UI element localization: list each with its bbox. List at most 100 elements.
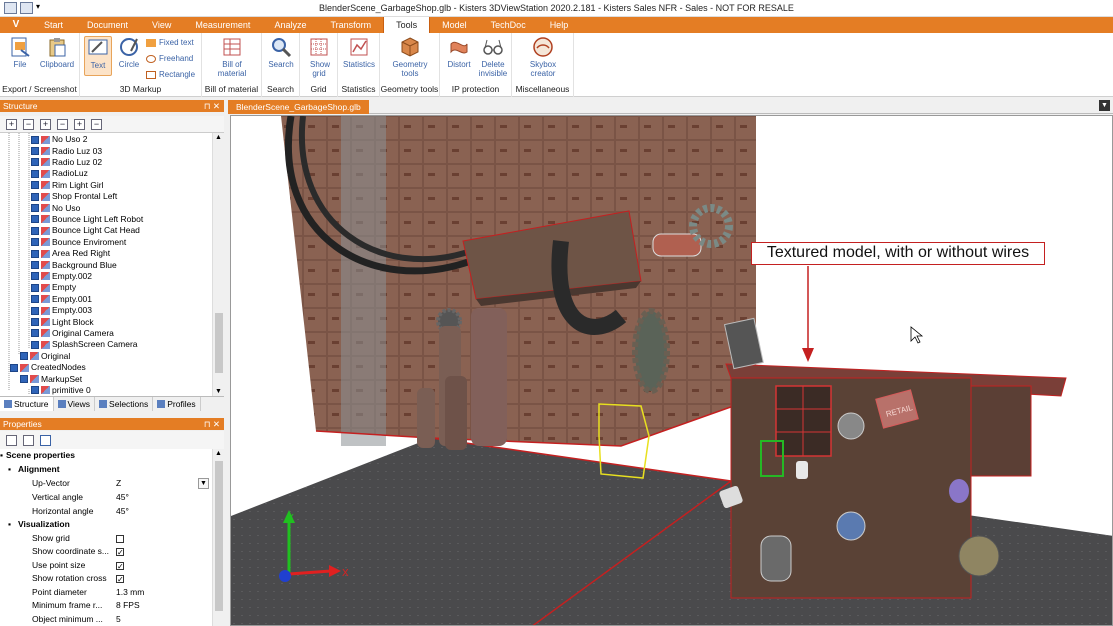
tree-scroll-thumb[interactable]	[215, 313, 223, 373]
tab-help[interactable]: Help	[538, 17, 581, 33]
tree-item[interactable]: Bounce Enviroment	[31, 237, 126, 248]
visibility-checkbox[interactable]	[31, 158, 39, 167]
prop-horizontal-angle[interactable]: Horizontal angle 45°	[0, 505, 212, 519]
use-point-size-checkbox[interactable]: ✓	[116, 562, 124, 571]
visibility-checkbox[interactable]	[31, 261, 39, 270]
tree-item[interactable]: No Uso 2	[31, 134, 87, 145]
visibility-checkbox[interactable]	[31, 386, 39, 395]
visibility-checkbox[interactable]	[31, 238, 39, 247]
visibility-checkbox[interactable]	[31, 226, 39, 235]
fixed-text-button[interactable]: Fixed text	[146, 38, 194, 47]
visibility-checkbox[interactable]	[31, 283, 39, 292]
statistics-button[interactable]: Statistics	[340, 36, 378, 69]
rectangle-button[interactable]: Rectangle	[146, 70, 195, 79]
visibility-checkbox[interactable]	[31, 272, 39, 281]
tab-tools[interactable]: Tools	[383, 17, 431, 33]
tab-list-dropdown-icon[interactable]: ▼	[1099, 100, 1110, 111]
tree-item[interactable]: Shop Frontal Left	[31, 191, 117, 202]
tree-item[interactable]: RadioLuz	[31, 168, 88, 179]
tab-measurement[interactable]: Measurement	[183, 17, 262, 33]
pin-close-icon[interactable]: ⊓ ✕	[204, 100, 220, 112]
tree-item[interactable]: Original	[20, 351, 70, 362]
3d-viewport[interactable]: RETAIL Y X	[230, 115, 1113, 626]
visibility-checkbox[interactable]	[31, 329, 39, 338]
category-alignment[interactable]: ▪ Alignment	[0, 463, 212, 477]
tree-item[interactable]: Empty	[31, 282, 76, 293]
tab-start[interactable]: Start	[32, 17, 75, 33]
visibility-checkbox[interactable]	[31, 147, 39, 156]
visibility-checkbox[interactable]	[31, 169, 39, 178]
show-coordinate-checkbox[interactable]: ✓	[116, 548, 124, 557]
visibility-checkbox[interactable]	[31, 192, 39, 201]
properties-scrollbar[interactable]: ▲	[212, 449, 224, 626]
collapse-selected-icon[interactable]: −	[91, 119, 102, 130]
tree-item[interactable]: primitive 0	[31, 385, 91, 396]
prop-vertical-angle[interactable]: Vertical angle 45°	[0, 491, 212, 505]
visibility-checkbox[interactable]	[31, 181, 39, 190]
section-scene-properties[interactable]: ▪ Scene properties	[0, 449, 212, 463]
tab-view[interactable]: View	[140, 17, 183, 33]
tree-item[interactable]: Light Block	[31, 316, 94, 327]
visibility-checkbox[interactable]	[10, 363, 18, 372]
collapse-all-icon[interactable]: −	[23, 119, 34, 130]
document-tab[interactable]: BlenderScene_GarbageShop.glb	[228, 100, 369, 114]
show-rotation-cross-checkbox[interactable]: ✓	[116, 575, 124, 584]
prop-up-vector[interactable]: Up-Vector Z ▼	[0, 477, 212, 491]
visibility-checkbox[interactable]	[31, 295, 39, 304]
tree-item[interactable]: MarkupSet	[20, 373, 82, 384]
tree-item[interactable]: SplashScreen Camera	[31, 339, 138, 350]
tab-analyze[interactable]: Analyze	[262, 17, 318, 33]
expand-selected-icon[interactable]: +	[74, 119, 85, 130]
tree-item[interactable]: Empty.003	[31, 305, 92, 316]
panel-tab-profiles[interactable]: Profiles	[153, 397, 201, 411]
3d-scene[interactable]: RETAIL Y X	[231, 116, 1113, 626]
alphabetical-icon[interactable]	[23, 435, 34, 446]
panel-tab-selections[interactable]: Selections	[95, 397, 154, 411]
tree-item[interactable]: Area Red Right	[31, 248, 110, 259]
visibility-checkbox[interactable]	[31, 249, 39, 258]
scroll-up-icon[interactable]: ▲	[215, 450, 222, 457]
pin-close-icon[interactable]: ⊓ ✕	[204, 418, 220, 430]
tree-item[interactable]: Empty.002	[31, 271, 92, 282]
prop-show-coordinate-system[interactable]: Show coordinate s... ✓	[0, 545, 212, 559]
expand-icon[interactable]: +	[40, 119, 51, 130]
visibility-checkbox[interactable]	[20, 352, 28, 361]
visibility-checkbox[interactable]	[20, 375, 28, 384]
geometry-tools-button[interactable]: Geometry tools	[388, 36, 432, 78]
tree-item[interactable]: Bounce Light Left Robot	[31, 214, 143, 225]
scroll-up-icon[interactable]: ▲	[215, 134, 222, 141]
prop-use-point-size[interactable]: Use point size ✓	[0, 559, 212, 573]
visibility-checkbox[interactable]	[31, 204, 39, 213]
file-button[interactable]: File	[6, 36, 34, 69]
tree-item[interactable]: Background Blue	[31, 259, 117, 270]
clipboard-button[interactable]: Clipboard	[37, 36, 77, 69]
visibility-checkbox[interactable]	[31, 318, 39, 327]
prop-point-diameter[interactable]: Point diameter 1.3 mm	[0, 586, 212, 600]
app-menu-button[interactable]: V	[0, 17, 32, 33]
tree-item[interactable]: Original Camera	[31, 328, 114, 339]
delete-invisible-button[interactable]: Delete invisible	[476, 36, 510, 78]
tree-item[interactable]: Empty.001	[31, 294, 92, 305]
collapse-icon[interactable]: −	[57, 119, 68, 130]
tree-item[interactable]: Radio Luz 03	[31, 145, 102, 156]
tree-scrollbar[interactable]: ▲ ▼	[212, 133, 224, 396]
tab-transform[interactable]: Transform	[318, 17, 383, 33]
tab-document[interactable]: Document	[75, 17, 140, 33]
circle-markup-button[interactable]: Circle	[116, 36, 142, 69]
visibility-checkbox[interactable]	[31, 135, 39, 144]
filter-icon[interactable]	[40, 435, 51, 446]
scroll-down-icon[interactable]: ▼	[215, 388, 222, 395]
panel-tab-views[interactable]: Views	[54, 397, 96, 411]
show-grid-checkbox[interactable]	[116, 535, 124, 543]
panel-tab-structure[interactable]: Structure	[0, 397, 54, 411]
prop-object-minimum[interactable]: Object minimum ... 5	[0, 613, 212, 626]
tree-item[interactable]: CreatedNodes	[10, 362, 86, 373]
categorized-icon[interactable]	[6, 435, 17, 446]
visibility-checkbox[interactable]	[31, 215, 39, 224]
tree-item[interactable]: Bounce Light Cat Head	[31, 225, 140, 236]
prop-minimum-frame-rate[interactable]: Minimum frame r... 8 FPS	[0, 599, 212, 613]
tab-techdoc[interactable]: TechDoc	[479, 17, 538, 33]
search-button[interactable]: Search	[266, 36, 296, 69]
tree-item[interactable]: Rim Light Girl	[31, 180, 103, 191]
bill-of-material-button[interactable]: Bill of material	[212, 36, 252, 78]
